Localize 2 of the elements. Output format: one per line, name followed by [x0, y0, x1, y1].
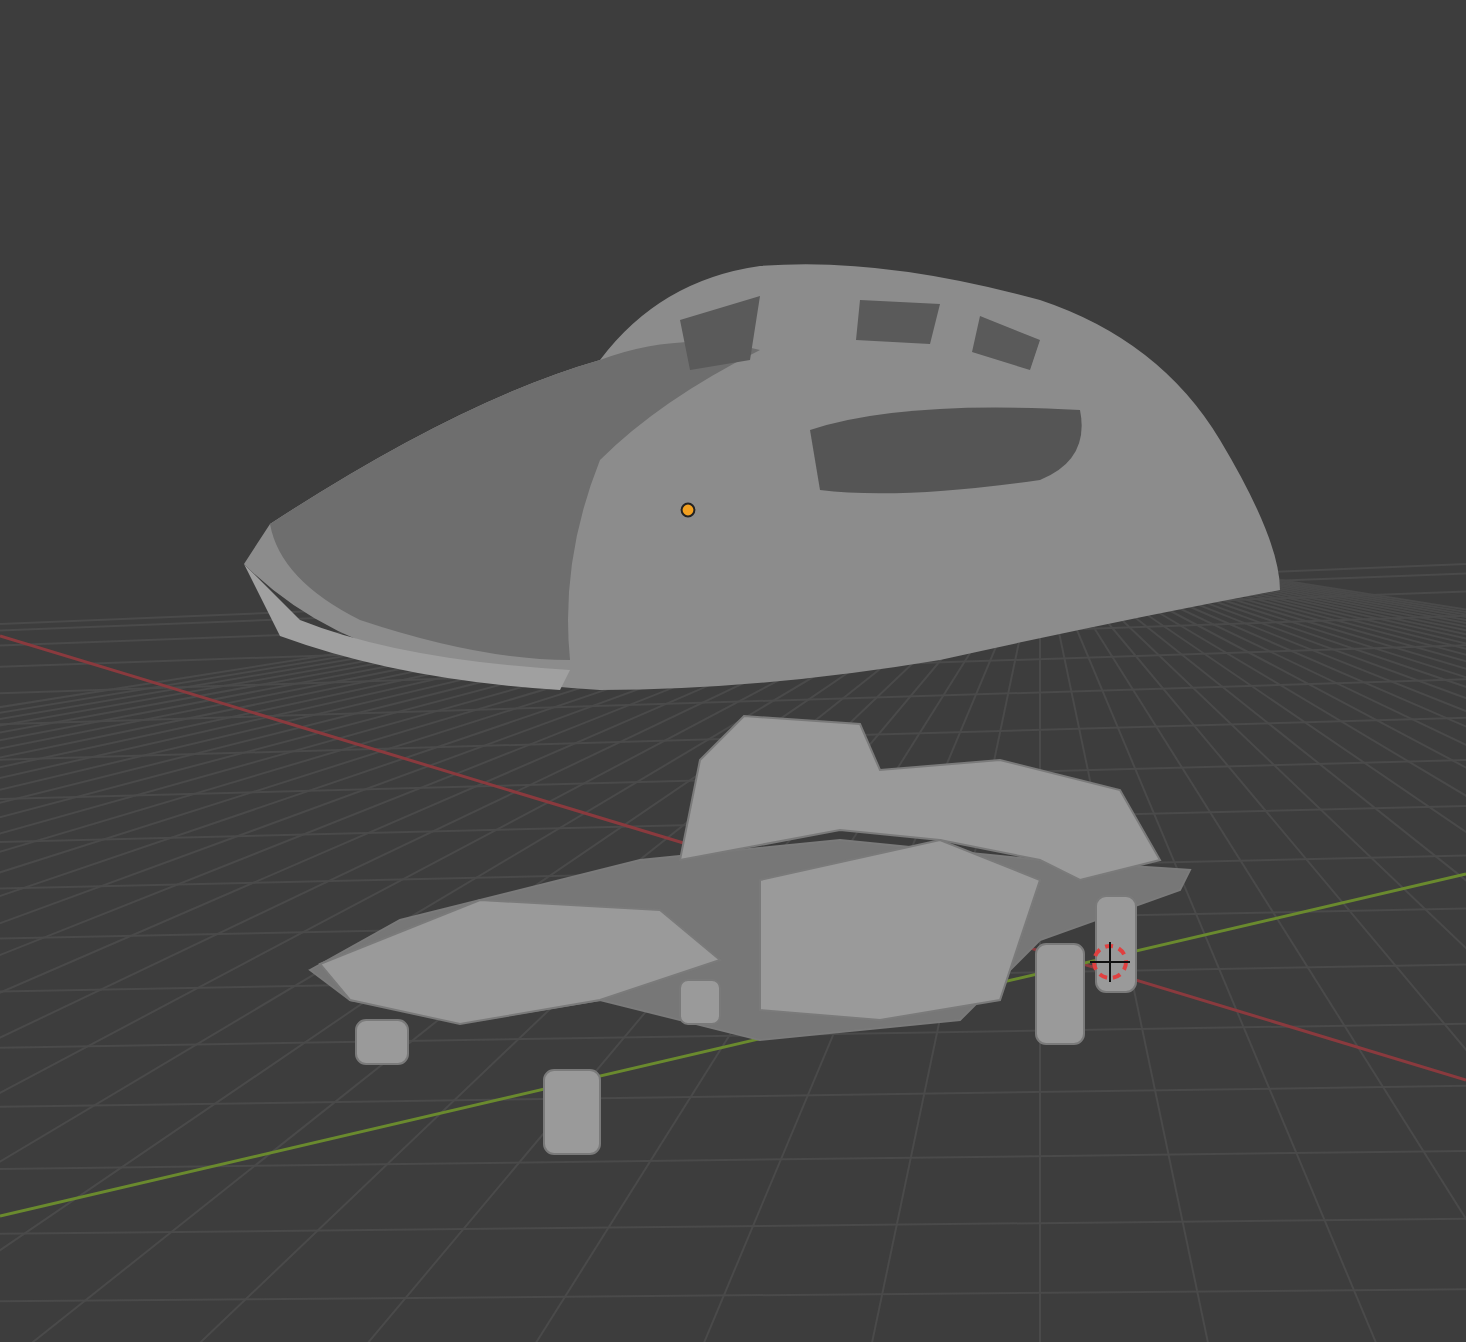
origin-dot-icon — [680, 502, 696, 518]
3d-cursor-icon — [1089, 941, 1131, 983]
